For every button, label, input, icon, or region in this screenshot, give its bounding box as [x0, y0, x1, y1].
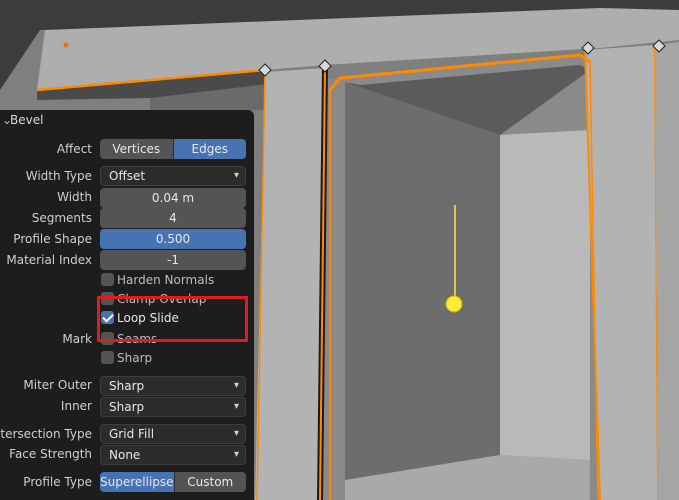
harden-normals-label: Harden Normals: [117, 273, 215, 287]
intersection-type-label: Intersection Type: [0, 427, 92, 441]
affect-edges-option[interactable]: Edges: [172, 139, 246, 159]
chevron-down-icon: ▾: [233, 449, 239, 460]
loop-slide-checkbox[interactable]: Loop Slide: [101, 309, 179, 327]
mark-seams-label: Seams: [117, 332, 158, 346]
width-type-label: Width Type: [25, 169, 92, 183]
intersection-type-dropdown[interactable]: Grid Fill ▾: [100, 424, 246, 444]
panel-title: Bevel: [10, 113, 44, 127]
inner-label: Inner: [60, 399, 92, 413]
profile-type-selector: Superellipse Custom: [100, 472, 246, 492]
material-index-field[interactable]: -1: [100, 250, 246, 270]
width-type-dropdown[interactable]: Offset ▾: [100, 166, 246, 186]
face-strength-value: None: [109, 448, 141, 462]
segments-field[interactable]: 4: [100, 208, 246, 228]
face-strength-label: Face Strength: [9, 447, 92, 461]
mark-sharp-checkbox[interactable]: Sharp: [101, 349, 152, 367]
profile-shape-slider[interactable]: 0.500: [100, 229, 246, 249]
checkbox-icon: [101, 273, 114, 286]
profile-type-label: Profile Type: [23, 475, 92, 489]
chevron-down-icon[interactable]: ⌄: [2, 110, 12, 130]
chevron-down-icon: ▾: [233, 380, 239, 391]
width-type-value: Offset: [109, 169, 146, 183]
segments-label: Segments: [31, 211, 92, 225]
panel-header[interactable]: ⌄Bevel: [0, 110, 43, 130]
mark-seams-checkbox[interactable]: Seams: [101, 330, 157, 348]
width-label: Width: [57, 190, 92, 204]
clamp-overlap-label: Clamp Overlap: [117, 292, 207, 306]
face-strength-dropdown[interactable]: None ▾: [100, 445, 246, 465]
miter-outer-value: Sharp: [109, 379, 145, 393]
inner-value: Sharp: [109, 400, 145, 414]
profile-shape-label: Profile Shape: [13, 232, 92, 246]
affect-vertices-option[interactable]: Vertices: [100, 139, 173, 159]
affect-selector: Vertices Edges: [100, 139, 246, 159]
checkbox-icon: [101, 332, 114, 345]
checkmark-icon: [101, 311, 114, 324]
loop-slide-label: Loop Slide: [117, 311, 179, 325]
mark-sharp-label: Sharp: [117, 351, 153, 365]
clamp-overlap-checkbox[interactable]: Clamp Overlap: [101, 290, 206, 308]
mark-label: Mark: [62, 332, 92, 346]
inner-dropdown[interactable]: Sharp ▾: [100, 397, 246, 417]
width-field[interactable]: 0.04 m: [100, 188, 246, 208]
bevel-operator-panel: ⌄Bevel Affect Vertices Edges Width Type …: [0, 110, 254, 500]
miter-outer-label: Miter Outer: [23, 378, 92, 392]
chevron-down-icon: ▾: [233, 170, 239, 181]
chevron-down-icon: ▾: [233, 428, 239, 439]
checkbox-icon: [101, 351, 114, 364]
profile-type-superellipse-option[interactable]: Superellipse: [100, 472, 174, 492]
checkbox-icon: [101, 292, 114, 305]
affect-label: Affect: [56, 142, 92, 156]
miter-outer-dropdown[interactable]: Sharp ▾: [100, 376, 246, 396]
harden-normals-checkbox[interactable]: Harden Normals: [101, 271, 214, 289]
profile-type-custom-option[interactable]: Custom: [173, 472, 246, 492]
material-index-label: Material Index: [6, 253, 92, 267]
intersection-type-value: Grid Fill: [109, 427, 155, 441]
chevron-down-icon: ▾: [233, 401, 239, 412]
